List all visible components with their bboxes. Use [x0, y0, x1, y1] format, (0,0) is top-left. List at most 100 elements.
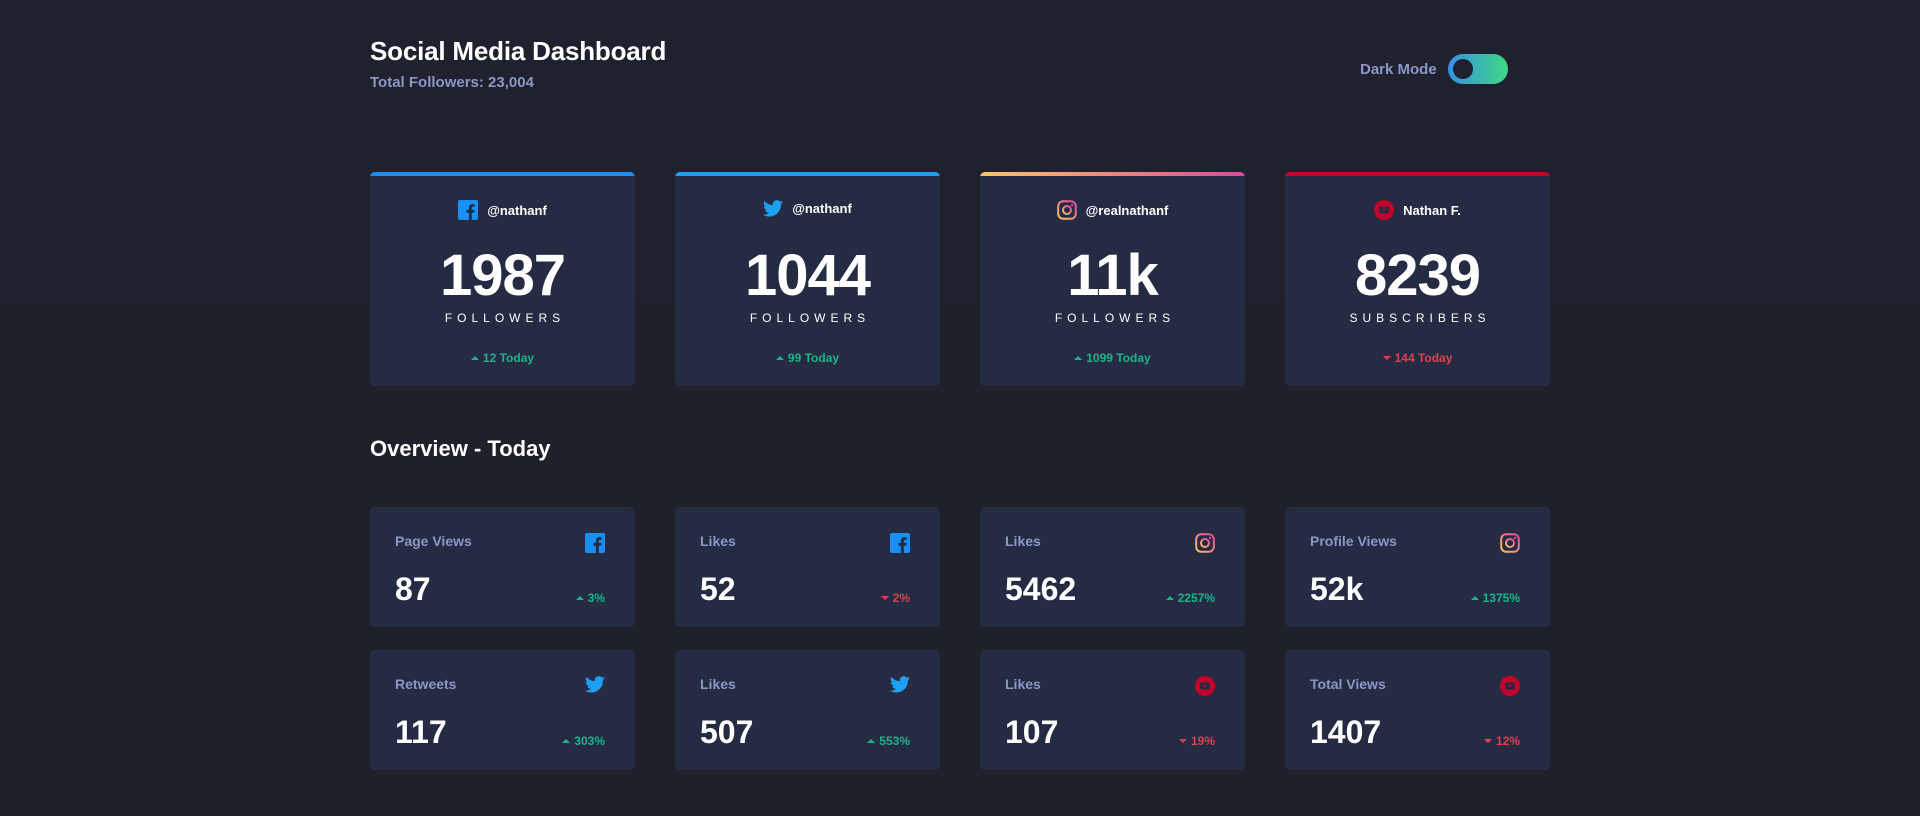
instagram-icon	[1500, 533, 1520, 553]
overview-label: Likes	[700, 533, 736, 549]
dark-mode-label: Dark Mode	[1360, 60, 1437, 78]
overview-change-value: 2257%	[1177, 591, 1215, 605]
overview-value: 52k	[1310, 571, 1364, 607]
up-arrow-icon	[1074, 356, 1083, 360]
up-arrow-icon	[1470, 596, 1479, 600]
follower-card-youtube[interactable]: Nathan F. 8239 SUBSCRIBERS 144 Today	[1285, 172, 1550, 386]
facebook-icon	[585, 533, 605, 553]
today-change: 99 Today	[675, 351, 940, 365]
overview-change-value: 3%	[587, 591, 605, 605]
overview-change-value: 1375%	[1482, 591, 1520, 605]
instagram-icon	[1056, 200, 1077, 220]
overview-change: 12%	[1483, 734, 1520, 748]
follower-count: 1987	[439, 243, 566, 308]
overview-card[interactable]: Likes 507 553%	[675, 650, 940, 770]
overview-change-value: 19%	[1190, 734, 1215, 748]
follower-card-twitter[interactable]: @nathanf 1044 FOLLOWERS 99 Today	[675, 172, 940, 386]
overview-change: 1375%	[1470, 591, 1520, 605]
follower-card-instagram[interactable]: @realnathanf 11k FOLLOWERS 1099 Today	[980, 172, 1245, 386]
overview-change-value: 2%	[892, 591, 910, 605]
up-arrow-icon	[867, 739, 876, 743]
overview-change-value: 303%	[574, 734, 605, 748]
card-top-bar	[1285, 172, 1550, 176]
youtube-icon	[1195, 676, 1215, 696]
follower-unit: SUBSCRIBERS	[1349, 311, 1491, 325]
overview-value: 87	[395, 571, 431, 607]
follower-count: 1044	[744, 243, 871, 308]
today-change-value: 12 Today	[482, 351, 535, 365]
today-change-value: 1099 Today	[1086, 351, 1151, 365]
overview-label: Retweets	[395, 676, 457, 692]
toggle-knob	[1452, 59, 1473, 79]
follower-unit: FOLLOWERS	[1054, 311, 1176, 325]
twitter-icon	[763, 200, 784, 217]
instagram-icon	[1195, 533, 1215, 553]
down-arrow-icon	[1483, 739, 1492, 743]
overview-change: 553%	[867, 734, 910, 748]
overview-change-value: 553%	[879, 734, 910, 748]
overview-change: 3%	[575, 591, 605, 605]
overview-card[interactable]: Retweets 117 303%	[370, 650, 635, 770]
overview-card[interactable]: Page Views 87 3%	[370, 507, 635, 627]
follower-unit: FOLLOWERS	[444, 311, 566, 325]
facebook-icon	[458, 200, 479, 220]
overview-value: 507	[700, 714, 754, 750]
dark-mode-toggle[interactable]	[1447, 54, 1508, 84]
today-change-value: 99 Today	[787, 351, 840, 365]
card-handle: @realnathanf	[1085, 202, 1169, 218]
down-arrow-icon	[1178, 739, 1187, 743]
twitter-icon	[890, 676, 910, 693]
up-arrow-icon	[1165, 596, 1174, 600]
overview-card[interactable]: Likes 5462 2257%	[980, 507, 1245, 627]
today-change: 12 Today	[370, 351, 635, 365]
card-top-bar	[675, 172, 940, 176]
today-change-value: 144 Today	[1394, 351, 1453, 365]
overview-label: Likes	[1005, 676, 1041, 692]
today-change: 144 Today	[1285, 351, 1550, 365]
follower-count: 11k	[1067, 243, 1159, 308]
overview-value: 5462	[1005, 571, 1077, 607]
overview-label: Page Views	[395, 533, 472, 549]
up-arrow-icon	[775, 356, 784, 360]
dashboard: Social Media Dashboard Total Followers: …	[370, 0, 1550, 816]
page-title: Social Media Dashboard	[370, 36, 667, 66]
card-handle: Nathan F.	[1403, 202, 1461, 218]
dark-mode-toggle-area: Dark Mode	[1360, 54, 1508, 84]
down-arrow-icon	[1382, 356, 1391, 360]
overview-change-value: 12%	[1495, 734, 1520, 748]
overview-value: 107	[1005, 714, 1059, 750]
follower-card-facebook[interactable]: @nathanf 1987 FOLLOWERS 12 Today	[370, 172, 635, 386]
follower-count: 8239	[1354, 243, 1481, 308]
facebook-icon	[890, 533, 910, 553]
overview-value: 52	[700, 571, 736, 607]
overview-value: 117	[395, 714, 447, 750]
youtube-icon	[1500, 676, 1520, 696]
card-handle-row: @nathanf	[370, 200, 635, 220]
card-top-bar	[980, 172, 1245, 176]
overview-card[interactable]: Likes 52 2%	[675, 507, 940, 627]
overview-card[interactable]: Total Views 1407 12%	[1285, 650, 1550, 770]
up-arrow-icon	[575, 596, 584, 600]
follower-unit: FOLLOWERS	[749, 311, 871, 325]
overview-change: 2%	[880, 591, 910, 605]
up-arrow-icon	[562, 739, 571, 743]
overview-change: 2257%	[1165, 591, 1215, 605]
card-handle-row: @realnathanf	[980, 200, 1245, 220]
overview-label: Likes	[700, 676, 736, 692]
overview-change: 19%	[1178, 734, 1215, 748]
youtube-icon	[1374, 200, 1395, 220]
overview-label: Total Views	[1310, 676, 1386, 692]
overview-card[interactable]: Likes 107 19%	[980, 650, 1245, 770]
card-handle: @nathanf	[487, 202, 547, 218]
overview-title: Overview - Today	[370, 436, 551, 461]
card-top-bar	[370, 172, 635, 176]
twitter-icon	[585, 676, 605, 693]
overview-value: 1407	[1310, 714, 1382, 750]
overview-change: 303%	[562, 734, 605, 748]
overview-label: Profile Views	[1310, 533, 1397, 549]
total-followers: Total Followers: 23,004	[370, 74, 534, 91]
card-handle: @nathanf	[792, 201, 852, 216]
up-arrow-icon	[470, 356, 479, 360]
overview-label: Likes	[1005, 533, 1041, 549]
overview-card[interactable]: Profile Views 52k 1375%	[1285, 507, 1550, 627]
